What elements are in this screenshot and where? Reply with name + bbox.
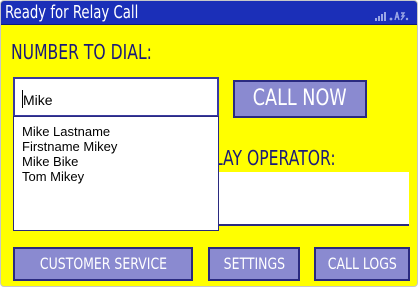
signal-strength-icon xyxy=(375,11,409,21)
title-bar: Ready for Relay Call xyxy=(1,1,417,25)
autocomplete-dropdown: Mike Lastname Firstname Mikey Mike Bike … xyxy=(13,116,219,231)
call-now-button[interactable]: CALL NOW xyxy=(233,80,367,118)
relay-operator-label: LAY OPERATOR: xyxy=(214,146,336,170)
number-to-dial-label: NUMBER TO DIAL: xyxy=(11,40,152,64)
number-input-value: Mike xyxy=(23,92,53,108)
suggestion-item[interactable]: Mike Lastname xyxy=(22,124,110,139)
call-now-label: CALL NOW xyxy=(253,86,347,111)
customer-service-button[interactable]: CUSTOMER SERVICE xyxy=(13,247,193,281)
relay-call-screen: Ready for Relay Call NUMBER TO DIAL: Mik… xyxy=(0,0,418,287)
window-title: Ready for Relay Call xyxy=(5,2,139,23)
customer-service-label: CUSTOMER SERVICE xyxy=(39,254,167,273)
number-input[interactable]: Mike xyxy=(13,77,219,117)
call-logs-label: CALL LOGS xyxy=(327,254,397,273)
relay-operator-field[interactable] xyxy=(215,172,409,226)
suggestion-item[interactable]: Tom Mikey xyxy=(22,169,84,184)
settings-button[interactable]: SETTINGS xyxy=(208,247,300,281)
suggestion-item[interactable]: Firstname Mikey xyxy=(22,139,117,154)
call-logs-button[interactable]: CALL LOGS xyxy=(314,247,410,281)
settings-label: SETTINGS xyxy=(223,254,285,273)
suggestion-item[interactable]: Mike Bike xyxy=(22,154,78,169)
